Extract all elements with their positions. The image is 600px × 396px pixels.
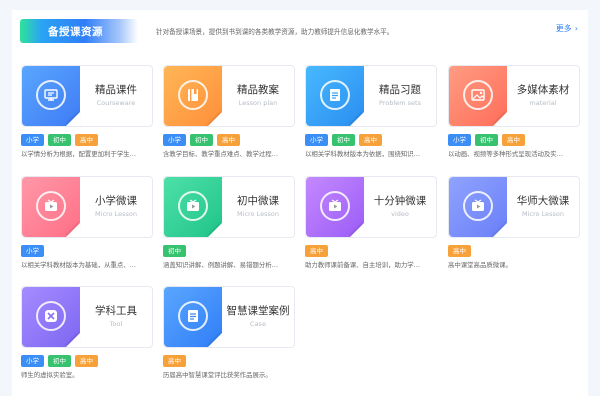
resource-card[interactable]: 华师大微课 Micro Lesson <box>448 176 580 238</box>
problem-sets-icon <box>320 80 350 110</box>
card-subtitle: Micro Lesson <box>237 210 279 218</box>
card-subtitle: material <box>529 99 557 107</box>
resource-card[interactable]: 精品课件 Courseware <box>21 65 153 127</box>
tv-play-icon <box>178 191 208 221</box>
card-title: 精品课件 <box>95 84 137 96</box>
level-tags: 小学 <box>21 238 48 257</box>
resource-card[interactable]: 精品教案 Lesson plan <box>163 65 295 127</box>
level-tags: 小学 初中 高中 <box>448 127 529 146</box>
level-tags: 初中 <box>163 238 190 257</box>
tag-primary[interactable]: 小学 <box>448 134 471 146</box>
tag-middle[interactable]: 初中 <box>163 245 186 257</box>
card-subtitle: video <box>391 210 409 218</box>
level-tags: 高中 <box>448 238 475 257</box>
card-thumbnail <box>22 177 80 237</box>
more-label: 更多 <box>555 24 572 33</box>
card-subtitle: Micro Lesson <box>95 210 137 218</box>
tag-high[interactable]: 高中 <box>502 134 525 146</box>
card-thumbnail <box>164 66 222 126</box>
card-thumbnail <box>22 66 80 126</box>
card-thumbnail <box>164 177 222 237</box>
tag-high[interactable]: 高中 <box>359 134 382 146</box>
more-link[interactable]: 更多 › <box>556 23 578 34</box>
card-title: 十分钟微课 <box>373 195 427 207</box>
section-title: 备授课资源 <box>48 26 103 38</box>
card-description: 以相关学科教材版本为基础，从重点、… <box>21 261 137 269</box>
card-title: 精品教案 <box>237 84 279 96</box>
chevron-right-icon: › <box>574 24 578 33</box>
tag-middle[interactable]: 初中 <box>48 134 71 146</box>
tag-primary[interactable]: 小学 <box>21 134 44 146</box>
card-description: 以学情分析为根据，配置更加利于学生… <box>21 150 137 158</box>
card-thumbnail <box>306 66 364 126</box>
document-icon <box>178 301 208 331</box>
tag-middle[interactable]: 初中 <box>190 134 213 146</box>
card-subtitle: Case <box>250 320 266 328</box>
card-description: 以相关学科教材版本为依据，围绕知识… <box>305 150 421 158</box>
tag-primary[interactable]: 小学 <box>163 134 186 146</box>
card-thumbnail <box>22 287 80 347</box>
tv-play-icon <box>36 191 66 221</box>
resource-card[interactable]: 多媒体素材 material <box>448 65 580 127</box>
card-title: 精品习题 <box>379 84 421 96</box>
card-description: 历届高中智慧课堂评比获奖作品展示。 <box>163 371 272 379</box>
tag-middle[interactable]: 初中 <box>48 355 71 367</box>
level-tags: 高中 <box>163 348 190 367</box>
card-subtitle: Tool <box>109 320 123 328</box>
tag-high[interactable]: 高中 <box>75 355 98 367</box>
card-title: 华师大微课 <box>516 195 570 207</box>
resource-card[interactable]: 十分钟微课 video <box>305 176 437 238</box>
card-thumbnail <box>449 66 507 126</box>
level-tags: 小学 初中 高中 <box>21 127 102 146</box>
tag-high[interactable]: 高中 <box>163 355 186 367</box>
card-title: 初中微课 <box>237 195 279 207</box>
card-title: 多媒体素材 <box>516 84 570 96</box>
tag-primary[interactable]: 小学 <box>21 245 44 257</box>
resource-card[interactable]: 初中微课 Micro Lesson <box>163 176 295 238</box>
level-tags: 小学 初中 高中 <box>163 127 244 146</box>
card-description: 含教学目标、教学重点难点、教学过程… <box>163 150 279 158</box>
card-description: 师生的虚拟实验室。 <box>21 371 79 379</box>
image-icon <box>463 80 493 110</box>
card-description: 助力教师课前备课、自主培训，助力学… <box>305 261 421 269</box>
resource-card[interactable]: 智慧课堂案例 Case <box>163 286 295 348</box>
section-description: 针对备授课场景，提供到书到课的各类教学资源，助力教师提升信息化教学水平。 <box>156 28 394 36</box>
resource-card[interactable]: 学科工具 Tool <box>21 286 153 348</box>
tag-primary[interactable]: 小学 <box>305 134 328 146</box>
card-title: 学科工具 <box>95 305 137 317</box>
level-tags: 小学 初中 高中 <box>305 127 386 146</box>
lesson-plan-icon <box>178 80 208 110</box>
level-tags: 小学 初中 高中 <box>21 348 102 367</box>
tools-icon <box>36 301 66 331</box>
card-description: 高中课堂高品质微课。 <box>448 261 512 269</box>
card-subtitle: Lesson plan <box>238 99 278 107</box>
card-thumbnail <box>164 287 222 347</box>
card-subtitle: Micro Lesson <box>522 210 564 218</box>
tv-play-icon <box>463 191 493 221</box>
tag-middle[interactable]: 初中 <box>475 134 498 146</box>
card-description: 以动画、视频等多种形式呈现活动及实… <box>448 150 564 158</box>
card-title: 小学微课 <box>95 195 137 207</box>
resources-panel: 备授课资源 针对备授课场景，提供到书到课的各类教学资源，助力教师提升信息化教学水… <box>12 10 588 396</box>
section-title-tab: 备授课资源 <box>20 19 138 43</box>
card-thumbnail <box>306 177 364 237</box>
tag-high[interactable]: 高中 <box>217 134 240 146</box>
card-thumbnail <box>449 177 507 237</box>
tag-high[interactable]: 高中 <box>305 245 328 257</box>
tag-high[interactable]: 高中 <box>448 245 471 257</box>
resource-card[interactable]: 小学微课 Micro Lesson <box>21 176 153 238</box>
tag-middle[interactable]: 初中 <box>332 134 355 146</box>
tag-high[interactable]: 高中 <box>75 134 98 146</box>
card-title: 智慧课堂案例 <box>226 305 290 317</box>
tv-play-icon <box>320 191 350 221</box>
level-tags: 高中 <box>305 238 332 257</box>
courseware-icon <box>36 80 66 110</box>
card-subtitle: Problem sets <box>379 99 421 107</box>
resource-card[interactable]: 精品习题 Problem sets <box>305 65 437 127</box>
card-subtitle: Courseware <box>96 99 136 107</box>
tag-primary[interactable]: 小学 <box>21 355 44 367</box>
card-description: 涵盖知识讲解、例题讲解、易错题分析… <box>163 261 279 269</box>
